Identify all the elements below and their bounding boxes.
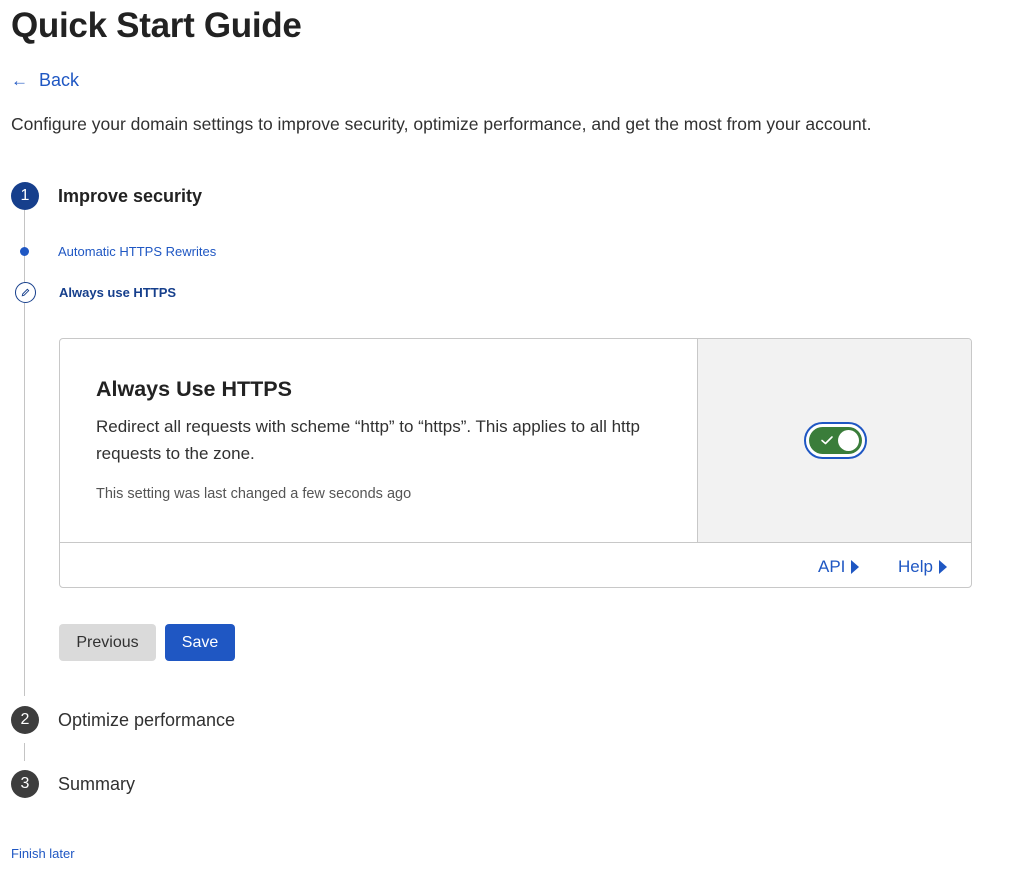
previous-button[interactable]: Previous [59, 624, 156, 661]
back-label: Back [39, 69, 80, 90]
always-use-https-card: Always Use HTTPS Redirect all requests w… [59, 338, 972, 588]
step-2-label[interactable]: Optimize performance [58, 710, 235, 731]
step-1-label[interactable]: Improve security [58, 186, 202, 207]
page-title: Quick Start Guide [11, 6, 302, 45]
substep-completed-dot [20, 247, 29, 256]
finish-later-link[interactable]: Finish later [11, 846, 75, 861]
step-3-label[interactable]: Summary [58, 774, 135, 795]
arrow-left-icon: ← [11, 70, 28, 90]
step-3-number: 3 [11, 770, 39, 798]
toggle-track [809, 427, 862, 454]
step-2-number: 2 [11, 706, 39, 734]
substep-always-use-https[interactable]: Always use HTTPS [59, 285, 176, 300]
substep-automatic-https-rewrites[interactable]: Automatic HTTPS Rewrites [58, 244, 216, 259]
api-link[interactable]: API [818, 557, 860, 577]
caret-right-icon [851, 560, 860, 574]
pencil-icon [15, 282, 36, 303]
caret-right-icon [938, 560, 947, 574]
help-label: Help [898, 557, 933, 576]
api-label: API [818, 557, 846, 576]
toggle-knob [838, 430, 859, 451]
card-description: Redirect all requests with scheme “http”… [96, 417, 640, 463]
step-1-number: 1 [11, 182, 39, 210]
save-button[interactable]: Save [165, 624, 235, 661]
stepper-line [24, 303, 25, 696]
last-changed-text: This setting was last changed a few seco… [96, 486, 412, 502]
help-link[interactable]: Help [898, 557, 947, 577]
intro-text: Configure your domain settings to improv… [11, 114, 872, 134]
stepper-line [24, 743, 25, 761]
check-icon [821, 436, 833, 445]
back-link[interactable]: ← Back [11, 68, 79, 92]
card-footer: API Help [60, 543, 971, 587]
card-control-panel [698, 339, 971, 543]
card-content: Always Use HTTPS Redirect all requests w… [60, 339, 698, 543]
card-title: Always Use HTTPS [96, 377, 292, 401]
always-use-https-toggle[interactable] [804, 422, 867, 459]
